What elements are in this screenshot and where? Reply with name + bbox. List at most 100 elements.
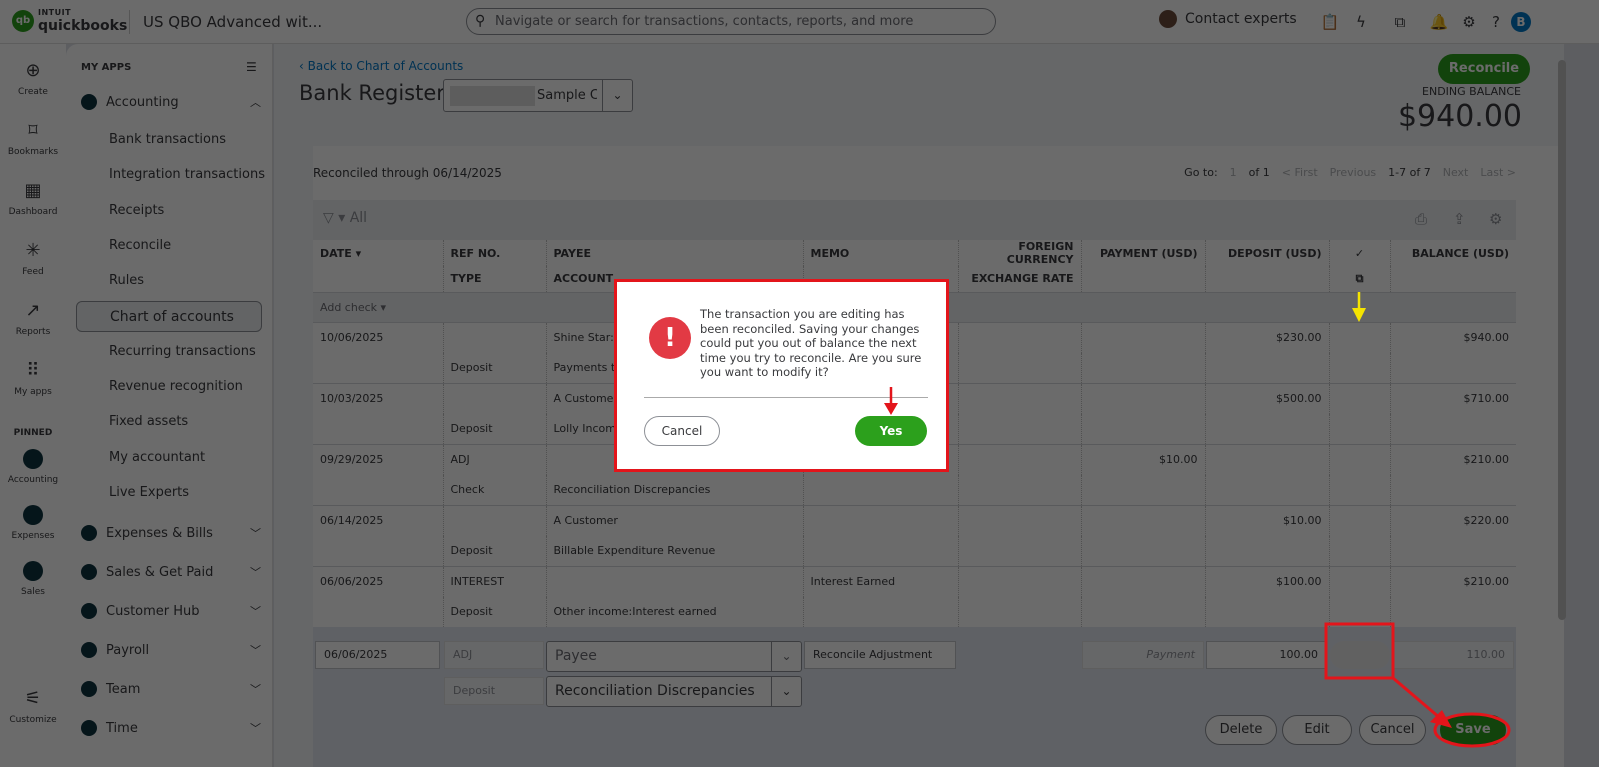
table-row[interactable]: Deposit Other income:Interest earned (313, 596, 1516, 627)
nav-my-accountant[interactable]: My accountant (109, 450, 205, 465)
previous-page-link[interactable]: Previous (1330, 166, 1377, 179)
nav-live-experts[interactable]: Live Experts (109, 485, 189, 500)
global-search-input[interactable]: ⚲ Navigate or search for transactions, co… (466, 8, 996, 35)
export-icon[interactable]: ⇪ (1453, 210, 1466, 228)
payment-input[interactable]: Payment (1082, 641, 1204, 669)
rail-pinned-sales[interactable]: Sales (0, 561, 66, 597)
rail-label: Customize (9, 715, 57, 725)
nav-rules[interactable]: Rules (109, 273, 144, 288)
app-payroll[interactable]: Payroll ﹀ (81, 642, 261, 658)
rail-pinned-accounting[interactable]: Accounting (0, 449, 66, 485)
dialog-cancel-button[interactable]: Cancel (644, 416, 720, 446)
app-team[interactable]: Team ﹀ (81, 681, 261, 697)
user-avatar[interactable]: B (1511, 12, 1531, 32)
left-rail: ⊕ Create ⌑ Bookmarks ▦ Dashboard ✳ Feed ↗ Reports… (0, 44, 66, 767)
app-sales-get-paid[interactable]: Sales & Get Paid ﹀ (81, 564, 261, 580)
last-page-link[interactable]: Last > (1480, 166, 1516, 179)
contact-experts-button[interactable]: Contact experts (1159, 10, 1297, 28)
dialog-yes-button[interactable]: Yes (855, 416, 927, 446)
cell-account: Reconciliation Discrepancies (545, 474, 803, 505)
col-date[interactable]: DATE ▾ (313, 240, 443, 266)
table-row[interactable]: Deposit Billable Expenditure Revenue (313, 535, 1516, 566)
nav-revenue-recognition[interactable]: Revenue recognition (109, 379, 243, 394)
memo-input[interactable]: Reconcile Adjustment (804, 641, 956, 669)
delete-button[interactable]: Delete (1205, 715, 1277, 745)
accounting-app-icon (23, 449, 43, 469)
nav-reconcile[interactable]: Reconcile (109, 238, 171, 253)
col-blank (313, 266, 443, 292)
cell-deposit: $500.00 (1204, 382, 1329, 414)
deposit-input[interactable]: 100.00 (1206, 641, 1327, 669)
nav-chart-of-accounts[interactable]: Chart of accounts (76, 301, 262, 332)
nav-receipts[interactable]: Receipts (109, 203, 164, 218)
chevron-down-icon: ﹀ (250, 605, 261, 618)
cell-memo (802, 504, 958, 536)
edit-transaction-row: 06/06/2025 ADJ Deposit Payee ⌄ Reconcilia… (313, 627, 1516, 767)
filter-button[interactable]: ▽ ▾ All (323, 210, 367, 226)
quickbooks-logo-icon: qb (12, 10, 34, 32)
app-time[interactable]: Time ﹀ (81, 720, 261, 736)
collapse-menu-icon[interactable]: ☰ (246, 60, 257, 74)
date-input[interactable]: 06/06/2025 (315, 641, 440, 669)
rail-customize[interactable]: ⚟ Customize (0, 688, 66, 725)
nav-bank-transactions[interactable]: Bank transactions (109, 132, 226, 147)
pinned-label: PINNED (13, 428, 53, 438)
first-page-link[interactable]: < First (1282, 166, 1318, 179)
page-input[interactable]: 1 (1230, 166, 1237, 179)
create-icon: ⊕ (25, 60, 41, 81)
nav-integration-transactions[interactable]: Integration transactions (109, 167, 265, 182)
dialog-message: The transaction you are editing has been… (700, 307, 922, 379)
cell-empty (802, 474, 958, 505)
cell-empty (1389, 474, 1516, 505)
cell-deposit (1204, 443, 1329, 475)
table-row[interactable]: Check Reconciliation Discrepancies (313, 474, 1516, 505)
back-to-chart-of-accounts-link[interactable]: ‹ Back to Chart of Accounts (299, 59, 463, 73)
clipboard-icon[interactable]: 📋 (1320, 12, 1340, 32)
nav-recurring-transactions[interactable]: Recurring transactions (109, 344, 256, 359)
lightning-icon[interactable]: ϟ (1351, 12, 1371, 32)
reports-icon: ↗ (25, 300, 41, 321)
print-icon[interactable]: ⎙ (1415, 210, 1427, 228)
col-reconciled: ✓ (1328, 240, 1390, 266)
scrollbar[interactable] (1558, 60, 1566, 620)
bell-icon[interactable]: 🔔 (1429, 12, 1449, 32)
table-row[interactable]: 06/06/2025 INTEREST Interest Earned $100.00… (313, 565, 1516, 597)
quickbooks-logo[interactable]: INTUIT quickbooks (38, 7, 127, 34)
divider (129, 10, 130, 34)
company-name[interactable]: US QBO Advanced wit... (143, 13, 322, 31)
edit-button[interactable]: Edit (1282, 715, 1352, 745)
app-accounting[interactable]: Accounting ︿ (81, 94, 261, 110)
settings-gear-icon[interactable]: ⚙ (1489, 210, 1502, 228)
help-icon[interactable]: ? (1486, 12, 1506, 32)
app-expenses-bills[interactable]: Expenses & Bills ﹀ (81, 525, 261, 541)
rail-label: Expenses (11, 531, 55, 541)
table-row[interactable]: 06/14/2025 A Customer $10.00 $220.00 (313, 504, 1516, 536)
nav-fixed-assets[interactable]: Fixed assets (109, 414, 188, 429)
reconcile-status-toggle[interactable] (1330, 641, 1390, 669)
reconcile-button[interactable]: Reconcile (1438, 54, 1530, 84)
payee-select[interactable]: Payee ⌄ (546, 641, 802, 672)
save-button[interactable]: Save (1440, 715, 1506, 745)
range-text: 1-7 of 7 (1388, 166, 1431, 179)
apps-switch-icon[interactable]: ⧉ (1390, 12, 1410, 32)
copy-icon[interactable]: ⧉ (1328, 266, 1390, 292)
rail-create[interactable]: ⊕ Create (0, 60, 66, 97)
rail-feed[interactable]: ✳ Feed (0, 240, 66, 277)
account-select[interactable]: Sample C ⌄ (443, 79, 633, 112)
app-customer-hub[interactable]: Customer Hub ﹀ (81, 603, 261, 619)
cell-empty (1328, 443, 1390, 475)
rail-reports[interactable]: ↗ Reports (0, 300, 66, 337)
cell-empty (1328, 535, 1390, 566)
next-page-link[interactable]: Next (1443, 166, 1469, 179)
rail-bookmarks[interactable]: ⌑ Bookmarks (0, 120, 66, 157)
rail-dashboard[interactable]: ▦ Dashboard (0, 180, 66, 217)
cancel-button[interactable]: Cancel (1359, 715, 1426, 745)
col-ref: REF NO. (442, 240, 546, 266)
cell-type: Deposit (442, 352, 546, 383)
col-blank (1389, 266, 1516, 292)
ref-input[interactable]: ADJ (444, 641, 544, 669)
account-select[interactable]: Reconciliation Discrepancies ⌄ (546, 676, 802, 707)
rail-my-apps[interactable]: ⠿ My apps (0, 360, 66, 397)
rail-pinned-expenses[interactable]: Expenses (0, 505, 66, 541)
gear-icon[interactable]: ⚙ (1459, 12, 1479, 32)
